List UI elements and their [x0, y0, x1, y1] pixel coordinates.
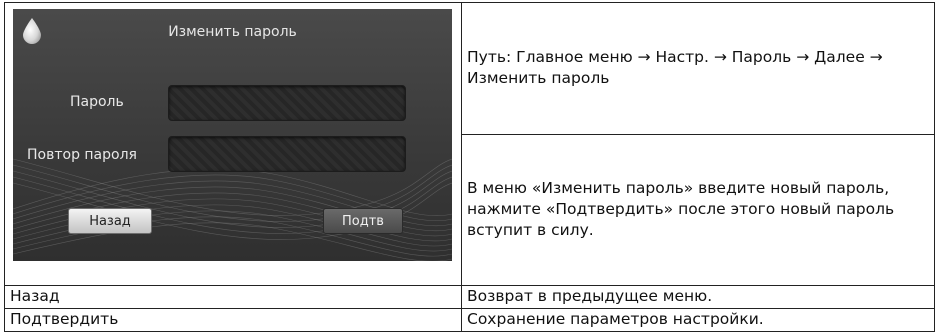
- instruction-table: Изменить пароль Пароль Повтор пароля Наз…: [4, 2, 935, 333]
- table-row: Подтвердить Сохранение параметров настро…: [4, 307, 935, 333]
- back-button[interactable]: Назад: [68, 208, 152, 234]
- repeat-password-field[interactable]: [168, 136, 406, 172]
- row-name: Назад: [4, 284, 462, 309]
- table-row: Назад Возврат в предыдущее меню.: [4, 284, 935, 309]
- description-text: В меню «Изменить пароль» введите новый п…: [461, 133, 935, 286]
- row-description: Сохранение параметров настройки.: [461, 307, 935, 333]
- password-field[interactable]: [168, 85, 406, 121]
- device-screen: Изменить пароль Пароль Повтор пароля Наз…: [13, 9, 452, 261]
- screenshot-cell: Изменить пароль Пароль Повтор пароля Наз…: [4, 2, 462, 286]
- row-description: Возврат в предыдущее меню.: [461, 284, 935, 309]
- confirm-button[interactable]: Подтв: [323, 208, 403, 234]
- repeat-password-label: Повтор пароля: [27, 147, 137, 163]
- path-text: Путь: Главное меню → Настр. → Пароль → Д…: [461, 2, 935, 135]
- screen-title: Изменить пароль: [168, 24, 297, 40]
- row-name: Подтвердить: [4, 307, 462, 333]
- password-label: Пароль: [70, 94, 124, 110]
